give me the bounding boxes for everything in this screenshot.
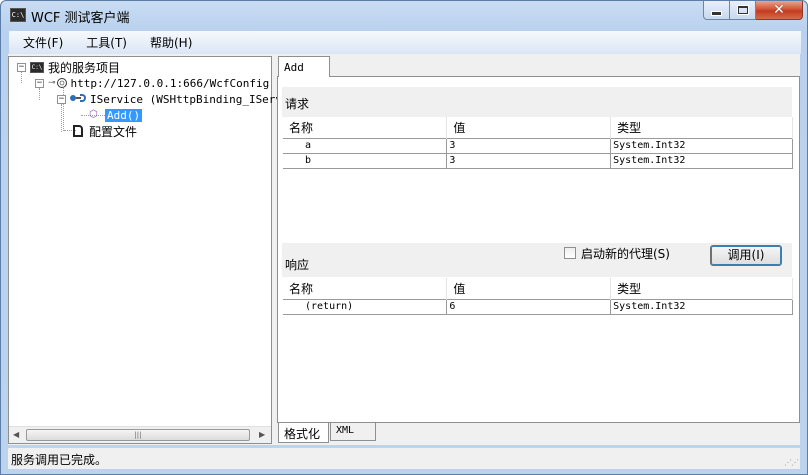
document-icon [73,125,83,137]
operation-panel: Add 请求 名称 值 类型 a 3 System.Int32 b 3 Syst… [277,56,800,444]
param-type: System.Int32 [610,137,793,154]
tree-item-endpoint[interactable]: − ⊸ http://127.0.0.1:666/WcfConfig [35,75,269,91]
console-app-icon: C:\ [10,8,26,22]
scroll-left-icon[interactable]: ◀ [13,430,19,439]
close-icon: ✕ [773,2,785,18]
collapse-icon[interactable]: − [57,94,66,104]
tree-item-root[interactable]: − C:\ 我的服务项目 [17,59,120,75]
console-icon: C:\ [30,61,44,73]
new-proxy-checkbox[interactable] [564,247,576,259]
tree-line [61,104,62,132]
menu-tools[interactable]: 工具(T) [72,34,136,51]
tab-add[interactable]: Add [278,56,330,77]
response-grid[interactable]: 名称 值 类型 (return) 6 System.Int32 [283,278,793,315]
result-name: (return) [283,298,448,315]
tree-item-operation[interactable]: ⬡ Add() [89,107,143,123]
interface-icon [70,92,86,106]
status-text: 服务调用已完成。 [11,453,108,467]
param-name: a [283,137,448,154]
param-value-input[interactable]: 3 [446,153,612,169]
connector-icon: ⊸ [48,78,56,88]
column-header-value[interactable]: 值 [446,117,612,138]
main-content: − C:\ 我的服务项目 − ⊸ http://127.0.0.1:666/Wc… [8,54,800,445]
tab-xml[interactable]: XML [330,423,376,441]
request-title: 请求 [285,97,310,111]
status-bar: 服务调用已完成。 ⋰⋰ [8,447,800,469]
param-type: System.Int32 [610,153,793,169]
operation-label: Add() [105,108,143,122]
tab-formatted[interactable]: 格式化 [278,423,329,443]
param-value-input[interactable]: 3 [446,137,612,154]
scroll-right-icon[interactable]: ▶ [259,430,265,439]
tree-root-label: 我的服务项目 [48,60,121,75]
minimize-button[interactable] [703,1,730,20]
window-title: WCF 测试客户端 [31,11,130,26]
request-header: 请求 [282,87,792,117]
column-header-name[interactable]: 名称 [283,117,448,138]
invoke-button[interactable]: 调用(I) [710,245,782,266]
tree-horizontal-scrollbar[interactable]: ◀ ||| ▶ [9,426,271,443]
result-type: System.Int32 [610,298,793,315]
service-tree[interactable]: − C:\ 我的服务项目 − ⊸ http://127.0.0.1:666/Wc… [8,56,289,444]
maximize-button[interactable] [730,1,756,20]
menu-help[interactable]: 帮助(H) [136,34,201,51]
collapse-icon[interactable]: − [17,62,26,72]
minimize-icon [712,11,721,15]
new-proxy-label[interactable]: 启动新的代理(S) [581,245,670,262]
table-row[interactable]: b 3 System.Int32 [283,153,793,169]
response-title: 响应 [285,258,310,272]
resize-grip-icon[interactable]: ⋰⋰ [784,458,799,467]
column-header-name[interactable]: 名称 [283,278,448,299]
param-name: b [283,153,448,169]
collapse-icon[interactable]: − [35,78,44,88]
column-header-type[interactable]: 类型 [610,117,793,138]
endpoint-label: http://127.0.0.1:666/WcfConfig [70,76,270,90]
close-button[interactable]: ✕ [756,1,803,20]
tab-content: 请求 名称 值 类型 a 3 System.Int32 b 3 System.I… [277,76,800,423]
title-bar[interactable]: C:\ WCF 测试客户端 ✕ [1,1,807,29]
config-file-label: 配置文件 [89,124,138,139]
contract-label: IService (WSHttpBinding_IServi [90,92,289,106]
column-header-type[interactable]: 类型 [610,278,793,299]
request-grid[interactable]: 名称 值 类型 a 3 System.Int32 b 3 System.Int3… [283,117,793,169]
table-row[interactable]: a 3 System.Int32 [283,137,793,154]
table-row[interactable]: (return) 6 System.Int32 [283,298,793,315]
result-value: 6 [446,298,612,315]
globe-icon [56,78,67,88]
tree-item-contract[interactable]: − IService (WSHttpBinding_IServi [57,91,289,107]
column-header-value[interactable]: 值 [446,278,612,299]
method-cube-icon: ⬡ [89,109,98,120]
menu-file[interactable]: 文件(F) [9,34,72,51]
maximize-icon [737,6,748,14]
menu-bar: 文件(F) 工具(T) 帮助(H) [9,31,801,54]
scrollbar-thumb[interactable]: ||| [26,429,250,441]
tree-item-config[interactable]: 配置文件 [73,123,137,139]
